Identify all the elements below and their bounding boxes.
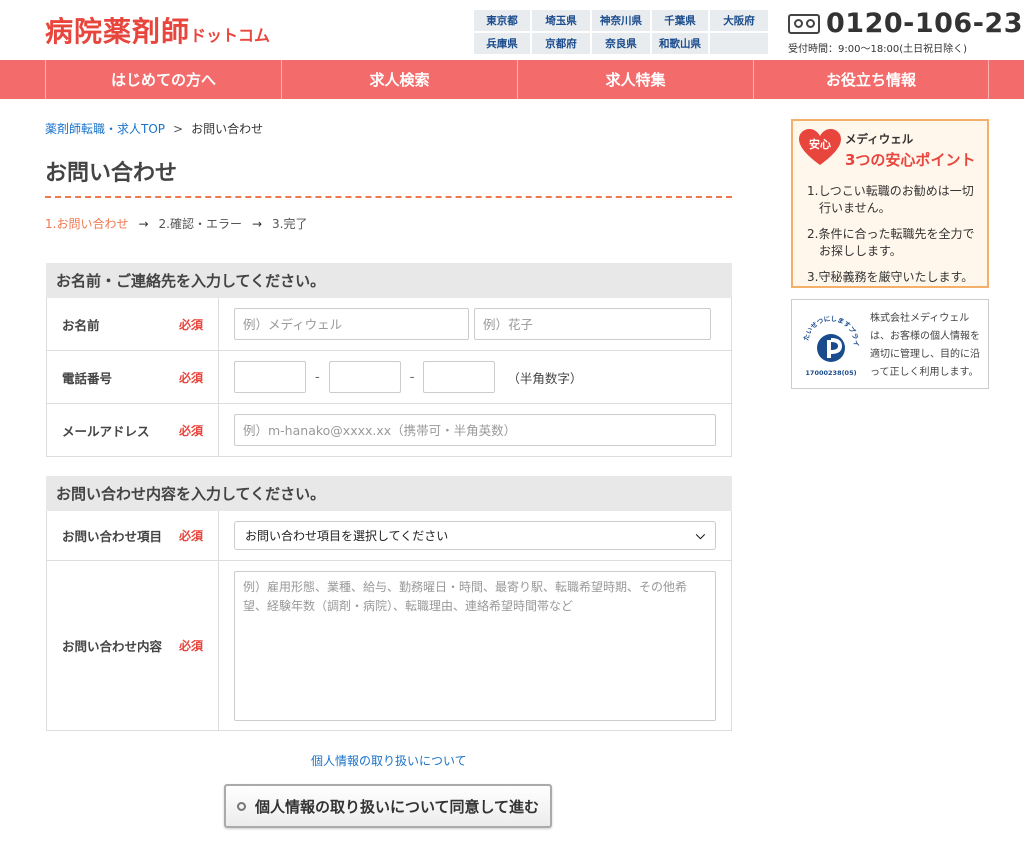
phone-hours: 受付時間：9:00〜18:00(土日祝日除く)	[788, 44, 968, 55]
safety-point: 1.しつこい転職のお勧めは一切行いません。	[807, 184, 974, 216]
nav-item-job-search[interactable]: 求人検索	[281, 60, 517, 99]
required-badge: 必須	[178, 639, 203, 653]
step-2: 2.確認・エラー	[158, 217, 242, 231]
phone-input-3[interactable]	[423, 361, 496, 393]
content-label: お問い合わせ内容	[62, 639, 163, 654]
pref-empty-cell	[710, 33, 768, 54]
sidebar-brand: メディウェル	[845, 132, 914, 146]
step-arrow: →	[138, 217, 149, 231]
pref-link-saitama[interactable]: 埼玉県	[532, 10, 590, 31]
agree-submit-button[interactable]: 個人情報の取り扱いについて同意して進む	[224, 784, 552, 828]
title-divider	[45, 196, 732, 198]
chevron-down-icon: ⌵	[695, 528, 705, 542]
phone-row: 電話番号 必須 - - （半角数字）	[46, 351, 732, 404]
phone-label: 電話番号	[62, 370, 113, 386]
category-selected-value: お問い合わせ項目を選択してください	[245, 529, 449, 543]
category-select[interactable]: お問い合わせ項目を選択してください ⌵	[234, 521, 716, 550]
privacy-policy-link[interactable]: 個人情報の取り扱いについて	[311, 752, 467, 769]
required-badge: 必須	[178, 317, 203, 332]
content-row: お問い合わせ内容 必須	[46, 561, 732, 731]
pref-link-tokyo[interactable]: 東京都	[474, 10, 530, 31]
step-arrow: →	[251, 217, 263, 231]
nav-item-useful-info[interactable]: お役立ち情報	[753, 60, 989, 99]
privacy-mark-box: たいせつにしますプライバシー 17000238(05) 株式会社メディウェルは、…	[791, 299, 989, 389]
category-row: お問い合わせ項目 必須 お問い合わせ項目を選択してください ⌵	[46, 511, 732, 561]
inquiry-section: お問い合わせ内容を入力してください。 お問い合わせ項目 必須 お問い合わせ項目を…	[46, 476, 732, 731]
breadcrumb: 薬剤師転職・求人TOP > お問い合わせ	[45, 120, 263, 137]
site-logo[interactable]: 病院薬剤師ドットコム	[45, 10, 270, 50]
required-badge: 必須	[178, 423, 203, 438]
pref-link-chiba[interactable]: 千葉県	[652, 10, 708, 31]
phone-input-1[interactable]	[234, 361, 306, 393]
pref-link-wakayama[interactable]: 和歌山県	[652, 33, 708, 54]
global-nav: はじめての方へ 求人検索 求人特集 お役立ち情報	[0, 60, 1024, 99]
free-dial-icon	[788, 13, 820, 34]
circle-bullet-icon	[236, 801, 246, 811]
site-header: 病院薬剤師ドットコム 東京都 埼玉県 神奈川県 千葉県 大阪府 兵庫県 京都府 …	[0, 0, 1024, 60]
phone-input-2[interactable]	[328, 361, 401, 393]
step-3: 3.完了	[272, 217, 308, 231]
pref-link-nara[interactable]: 奈良県	[592, 33, 650, 54]
breadcrumb-separator: >	[173, 122, 184, 136]
pref-link-hyogo[interactable]: 兵庫県	[474, 33, 530, 54]
progress-steps: 1.お問い合わせ → 2.確認・エラー → 3.完了	[45, 215, 307, 232]
phone-dash: -	[315, 369, 320, 385]
required-badge: 必須	[178, 370, 203, 385]
last-name-input[interactable]	[234, 308, 469, 340]
safety-points-box: 安心 メディウェル 3つの安心ポイント 1.しつこい転職のお勧めは一切行いません…	[791, 119, 989, 288]
category-label: お問い合わせ項目	[62, 529, 163, 544]
section-heading: お問い合わせ内容を入力してください。	[46, 476, 732, 511]
breadcrumb-current: お問い合わせ	[191, 122, 264, 136]
step-1-active: 1.お問い合わせ	[45, 217, 129, 231]
logo-sub: ドットコム	[190, 26, 271, 45]
pref-link-osaka[interactable]: 大阪府	[710, 10, 768, 31]
prefecture-links: 東京都 埼玉県 神奈川県 千葉県 大阪府 兵庫県 京都府 奈良県 和歌山県	[474, 10, 768, 54]
safety-point: 2.条件に合った転職先を全力でお探しします。	[807, 226, 975, 259]
heart-icon: 安心	[799, 129, 841, 165]
email-row: メールアドレス 必須	[46, 404, 732, 457]
phone-hint: （半角数字）	[507, 370, 583, 386]
content-textarea[interactable]	[234, 570, 716, 721]
phone-contact: 0120-106-238 受付時間：9:00〜18:00(土日祝日除く)	[788, 8, 1024, 55]
safety-point: 3.守秘義務を厳守いたします。	[807, 269, 974, 284]
page-title: お問い合わせ	[45, 161, 178, 186]
pref-link-kanagawa[interactable]: 神奈川県	[592, 10, 650, 31]
phone-dash: -	[409, 369, 415, 385]
phone-number[interactable]: 0120-106-238	[826, 8, 1024, 39]
nav-item-job-features[interactable]: 求人特集	[517, 60, 753, 99]
required-badge: 必須	[178, 529, 203, 543]
pref-link-kyoto[interactable]: 京都府	[532, 33, 590, 54]
privacy-mark-id: 17000238(05)	[805, 369, 856, 377]
email-input[interactable]	[234, 414, 716, 446]
section-heading: お名前・ご連絡先を入力してください。	[46, 263, 732, 298]
privacy-statement: 株式会社メディウェルは、お客様の個人情報を適切に管理し、目的に沿って正しく利用し…	[870, 313, 980, 378]
logo-main: 病院薬剤師	[45, 15, 191, 48]
submit-label: 個人情報の取り扱いについて同意して進む	[254, 797, 540, 816]
first-name-input[interactable]	[474, 308, 711, 340]
safety-points-list: 1.しつこい転職のお勧めは一切行いません。 2.条件に合った転職先を全力でお探し…	[807, 183, 983, 294]
heart-label: 安心	[809, 137, 831, 151]
nav-item-beginners[interactable]: はじめての方へ	[45, 60, 281, 99]
email-label: メールアドレス	[62, 423, 150, 439]
contact-info-section: お名前・ご連絡先を入力してください。 お名前 必須 電話番号 必須 - - （半…	[46, 263, 732, 457]
breadcrumb-home-link[interactable]: 薬剤師転職・求人TOP	[45, 122, 165, 136]
sidebar-title: 3つの安心ポイント	[845, 151, 976, 169]
privacy-mark-icon[interactable]: たいせつにしますプライバシー 17000238(05)	[800, 308, 862, 378]
name-row: お名前 必須	[46, 298, 732, 351]
name-label: お名前	[62, 317, 100, 333]
